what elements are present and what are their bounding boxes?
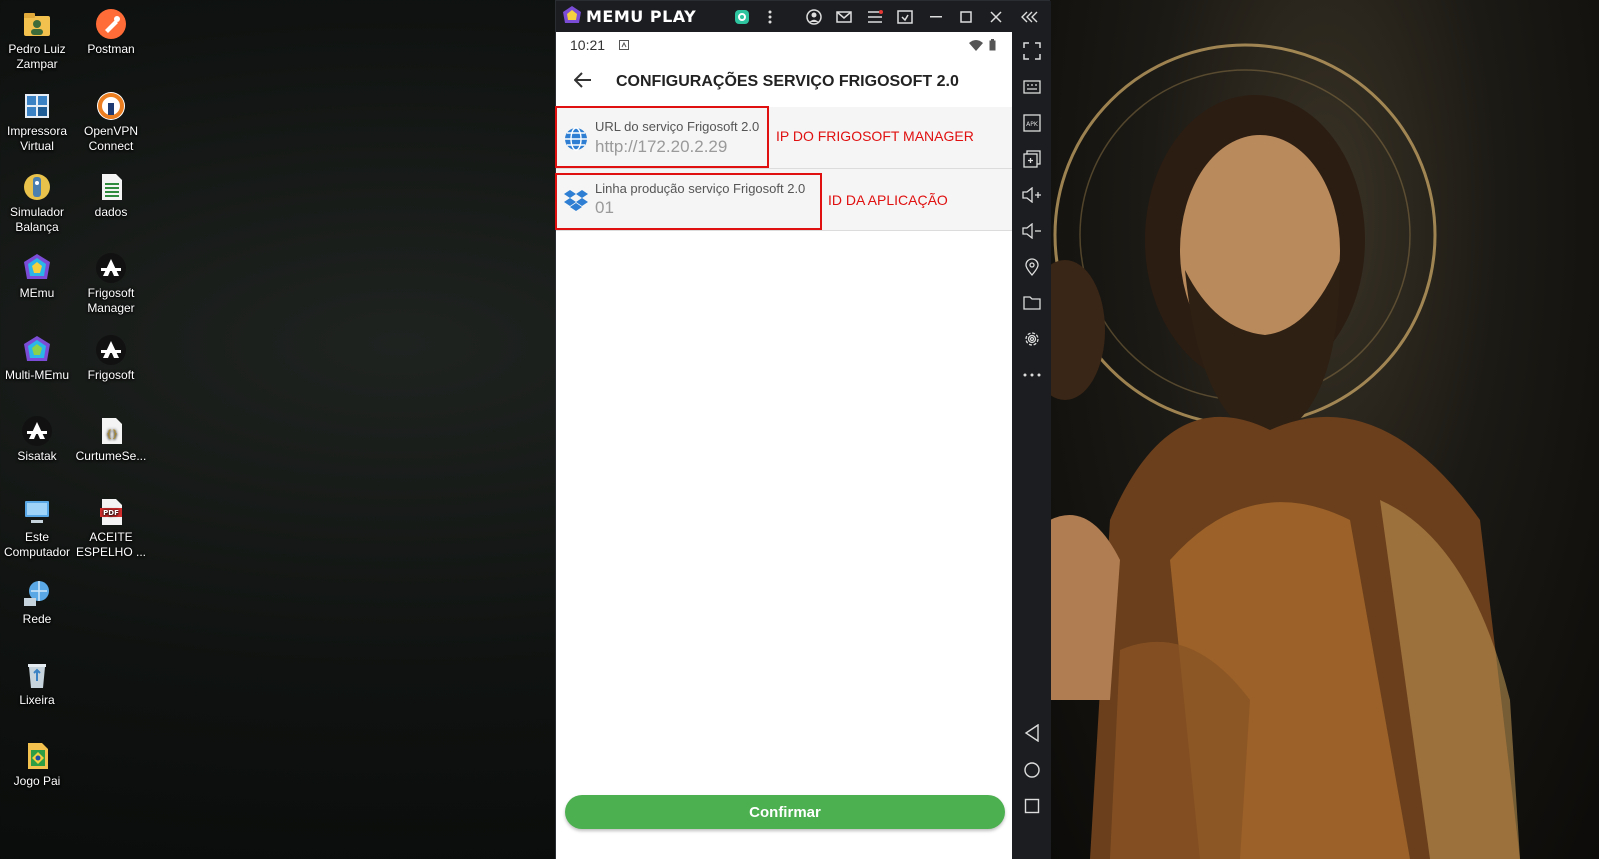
android-screen: 10:21 CONFIGURAÇÕES SERVIÇO FRIGOSOFT 2.… <box>555 32 1012 859</box>
notification-icon <box>619 37 630 53</box>
settings-gear-icon[interactable] <box>1021 328 1043 350</box>
frigosoft-manager-icon <box>95 252 127 284</box>
desktop-icon-label: Pedro Luiz Zampar <box>8 42 66 71</box>
account-icon[interactable] <box>804 7 824 27</box>
memu-emulator-window: MEMU PLAY 10:21 CONFIGURAÇÕES SERVIÇO FR… <box>555 0 1051 859</box>
keyboard-icon[interactable] <box>1021 76 1043 98</box>
postman-icon <box>95 8 127 40</box>
minimize-icon[interactable] <box>926 7 946 27</box>
back-arrow-icon[interactable] <box>573 71 592 93</box>
emulator-titlebar: MEMU PLAY <box>556 1 1051 32</box>
desktop-icon-dados[interactable]: dados <box>74 171 148 220</box>
desktop-icon-lixeira[interactable]: Lixeira <box>0 659 74 708</box>
desktop-icon-label: Jogo Pai <box>13 774 61 788</box>
emulator-sidebar: APK <box>1012 32 1051 859</box>
android-status-bar: 10:21 <box>556 32 1012 57</box>
printer-icon <box>21 90 53 122</box>
pdf-icon: PDF <box>95 496 127 528</box>
svg-text:PDF: PDF <box>103 509 119 517</box>
desktop-icon-label: dados <box>94 205 128 219</box>
svg-text:{}: {} <box>106 429 118 440</box>
desktop-icon-label: MEmu <box>19 286 55 300</box>
page-title: CONFIGURAÇÕES SERVIÇO FRIGOSOFT 2.0 <box>616 73 959 90</box>
svg-text:APK: APK <box>1026 121 1039 128</box>
desktop-icon-openvpn-connect[interactable]: OpenVPN Connect <box>74 90 148 154</box>
annotation-box-url <box>555 106 769 168</box>
desktop-icon-pedro-luiz-zampar[interactable]: Pedro Luiz Zampar <box>0 8 74 72</box>
close-icon[interactable] <box>986 7 1006 27</box>
folder-icon[interactable] <box>1021 292 1043 314</box>
desktop-icon-curtumese[interactable]: {} CurtumeSe... <box>74 415 148 464</box>
computer-icon <box>21 496 53 528</box>
more-vertical-icon[interactable] <box>760 7 780 27</box>
memu-brand-text: MEMU PLAY <box>586 7 697 26</box>
desktop-icon-aceite-espelho[interactable]: PDF ACEITE ESPELHO ... <box>74 496 148 560</box>
memu-logo: MEMU PLAY <box>562 5 696 29</box>
json-file-icon: {} <box>95 415 127 447</box>
annotation-box-production-line <box>555 173 822 230</box>
apk-icon[interactable]: APK <box>1021 112 1043 134</box>
openvpn-icon <box>95 90 127 122</box>
collapse-sidebar-icon[interactable] <box>1020 7 1040 27</box>
sisatak-icon <box>21 415 53 447</box>
frigosoft-icon <box>95 334 127 366</box>
desktop-icon-rede[interactable]: Rede <box>0 578 74 627</box>
mail-icon[interactable] <box>834 7 854 27</box>
network-icon <box>21 578 53 610</box>
memu-icon <box>21 252 53 284</box>
volume-down-icon[interactable] <box>1021 220 1043 242</box>
more-horizontal-icon[interactable] <box>1021 364 1043 386</box>
game-file-icon <box>21 740 53 772</box>
desktop-icon-label: Impressora Virtual <box>6 124 68 153</box>
nav-home-icon[interactable] <box>1021 759 1043 781</box>
add-window-icon[interactable] <box>1021 148 1043 170</box>
desktop-icon-jogo-pai[interactable]: Jogo Pai <box>0 740 74 789</box>
memu-logo-icon <box>562 5 582 29</box>
desktop-icon-label: Frigosoft <box>87 368 135 382</box>
desktop-icon-simulador-balanca[interactable]: Simulador Balança <box>0 171 74 235</box>
desktop-icon-label: OpenVPN Connect <box>83 124 139 153</box>
nav-recents-icon[interactable] <box>1021 795 1043 817</box>
desktop-icon-label: Simulador Balança <box>9 205 65 234</box>
app-bar: CONFIGURAÇÕES SERVIÇO FRIGOSOFT 2.0 <box>556 57 1012 107</box>
desktop-icon-sisatak[interactable]: Sisatak <box>0 415 74 464</box>
desktop-wallpaper <box>1050 0 1599 859</box>
volume-up-icon[interactable] <box>1021 184 1043 206</box>
menu-icon[interactable] <box>865 7 885 27</box>
maximize-icon[interactable] <box>956 7 976 27</box>
desktop-icon-label: Este Computador <box>3 530 71 559</box>
screenshot-icon[interactable] <box>895 7 915 27</box>
desktop-icon-multi-memu[interactable]: Multi-MEmu <box>0 334 74 383</box>
desktop-icon-frigosoft-manager[interactable]: Frigosoft Manager <box>74 252 148 316</box>
recycle-bin-icon <box>21 659 53 691</box>
battery-icon <box>989 38 996 54</box>
desktop-icon-impressora-virtual[interactable]: Impressora Virtual <box>0 90 74 154</box>
desktop-icon-label: Frigosoft Manager <box>87 286 135 315</box>
multi-memu-icon <box>21 334 53 366</box>
desktop-icon-label: Rede <box>22 612 52 626</box>
desktop-icon-label: ACEITE ESPELHO ... <box>75 530 147 559</box>
wifi-icon <box>969 38 983 54</box>
confirm-button[interactable]: Confirmar <box>565 795 1005 829</box>
folder-user-icon <box>21 8 53 40</box>
desktop-icon-label: Multi-MEmu <box>4 368 69 382</box>
fullscreen-icon[interactable] <box>1021 40 1043 62</box>
scale-icon <box>21 171 53 203</box>
annotation-text-url: IP DO FRIGOSOFT MANAGER <box>776 128 974 144</box>
multi-instance-icon[interactable] <box>732 7 752 27</box>
desktop-icon-label: Sisatak <box>17 449 57 463</box>
nav-back-icon[interactable] <box>1021 722 1043 744</box>
desktop-icon-label: CurtumeSe... <box>75 449 147 463</box>
desktop-icon-este-computador[interactable]: Este Computador <box>0 496 74 560</box>
location-icon[interactable] <box>1021 256 1043 278</box>
desktop-icon-label: Lixeira <box>19 693 55 707</box>
desktop-icon-label: Postman <box>87 42 135 56</box>
desktop-icon-frigosoft[interactable]: Frigosoft <box>74 334 148 383</box>
spreadsheet-icon <box>95 171 127 203</box>
annotation-text-production-line: ID DA APLICAÇÃO <box>828 192 948 208</box>
desktop-icon-postman[interactable]: Postman <box>74 8 148 57</box>
desktop-icon-memu[interactable]: MEmu <box>0 252 74 301</box>
status-time: 10:21 <box>570 36 606 53</box>
